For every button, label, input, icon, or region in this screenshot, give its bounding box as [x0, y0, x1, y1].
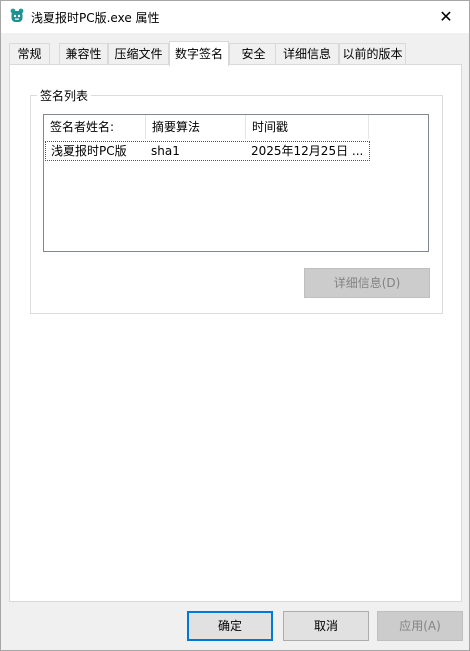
cancel-button[interactable]: 取消 — [283, 611, 369, 641]
tab-details[interactable]: 详细信息 — [275, 43, 339, 64]
signer-name-cell: 浅夏报时PC版 — [51, 144, 127, 158]
close-icon: ✕ — [439, 6, 453, 26]
list-header: 签名者姓名: 摘要算法 时间戳 — [44, 115, 369, 139]
digest-algorithm-cell: sha1 — [151, 144, 180, 158]
properties-window: 浅夏报时PC版.exe 属性 ✕ 常规 兼容性 压缩文件 数字签名 安全 详细信… — [0, 0, 470, 651]
title-bar: 浅夏报时PC版.exe 属性 ✕ — [1, 1, 469, 33]
window-title: 浅夏报时PC版.exe 属性 — [31, 11, 160, 25]
timestamp-cell: 2025年12月25日 ... — [251, 144, 364, 158]
tab-content-panel: 签名列表 签名者姓名: 摘要算法 时间戳 浅夏报时PC版 sha1 2025年1… — [9, 64, 462, 602]
tab-archive[interactable]: 压缩文件 — [108, 43, 169, 64]
tab-compatibility[interactable]: 兼容性 — [59, 43, 108, 64]
ok-button[interactable]: 确定 — [187, 611, 273, 641]
tab-general[interactable]: 常规 — [9, 43, 50, 64]
app-icon — [10, 8, 24, 22]
tab-strip: 常规 兼容性 压缩文件 数字签名 安全 详细信息 以前的版本 — [9, 41, 463, 66]
column-header-timestamp[interactable]: 时间戳 — [246, 115, 369, 139]
table-row[interactable]: 浅夏报时PC版 sha1 2025年12月25日 ... — [45, 141, 370, 161]
signature-list[interactable]: 签名者姓名: 摘要算法 时间戳 浅夏报时PC版 sha1 2025年12月25日… — [43, 114, 429, 252]
column-header-signer[interactable]: 签名者姓名: — [44, 115, 146, 139]
tab-digital-signatures[interactable]: 数字签名 — [169, 41, 229, 66]
tab-previous-versions[interactable]: 以前的版本 — [339, 43, 406, 64]
close-button[interactable]: ✕ — [423, 1, 469, 31]
apply-button[interactable]: 应用(A) — [377, 611, 463, 641]
details-button[interactable]: 详细信息(D) — [304, 268, 430, 298]
column-header-digest[interactable]: 摘要算法 — [146, 115, 246, 139]
tab-security[interactable]: 安全 — [229, 43, 278, 64]
signature-list-label: 签名列表 — [37, 87, 92, 104]
